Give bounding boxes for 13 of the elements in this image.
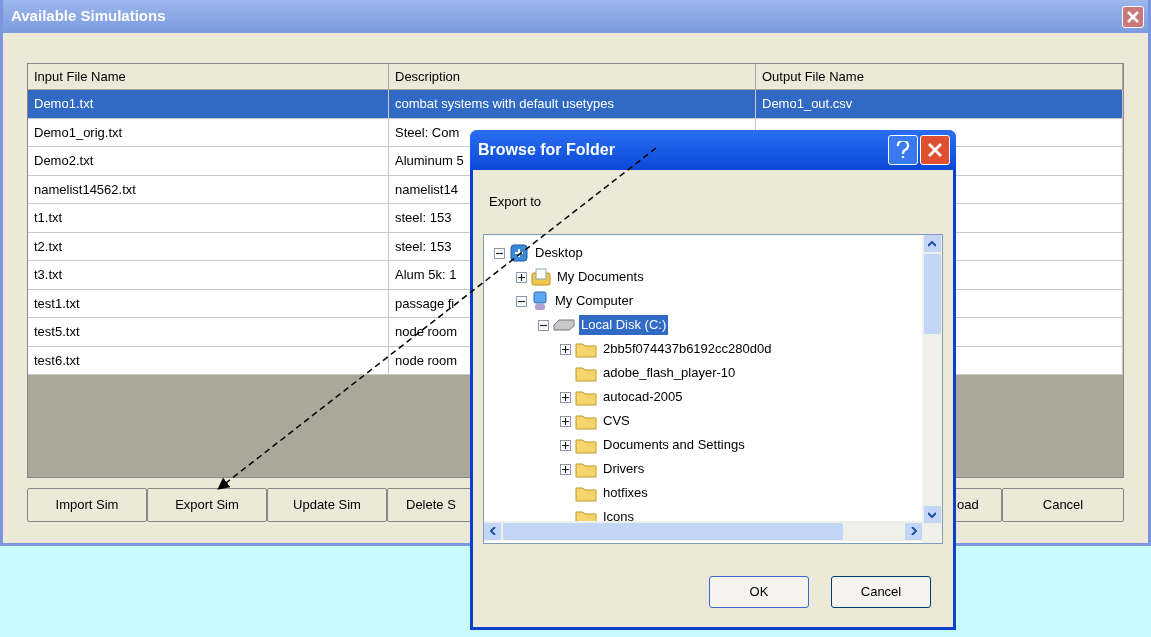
table-cell: test1.txt <box>28 289 389 317</box>
table-cell: Demo1_orig.txt <box>28 118 389 146</box>
table-cell: Demo1.txt <box>28 90 389 118</box>
table-cell: t1.txt <box>28 204 389 232</box>
table-cell: test5.txt <box>28 318 389 346</box>
table-cell: t3.txt <box>28 261 389 289</box>
table-cell: combat systems with default usetypes <box>389 90 756 118</box>
table-cell: Demo2.txt <box>28 147 389 175</box>
table-cell: namelist14562.txt <box>28 175 389 203</box>
table-cell: t2.txt <box>28 232 389 260</box>
table-cell: Demo1_out.csv <box>756 90 1123 118</box>
window-title: Available Simulations <box>11 6 166 27</box>
table-cell: test6.txt <box>28 346 389 374</box>
